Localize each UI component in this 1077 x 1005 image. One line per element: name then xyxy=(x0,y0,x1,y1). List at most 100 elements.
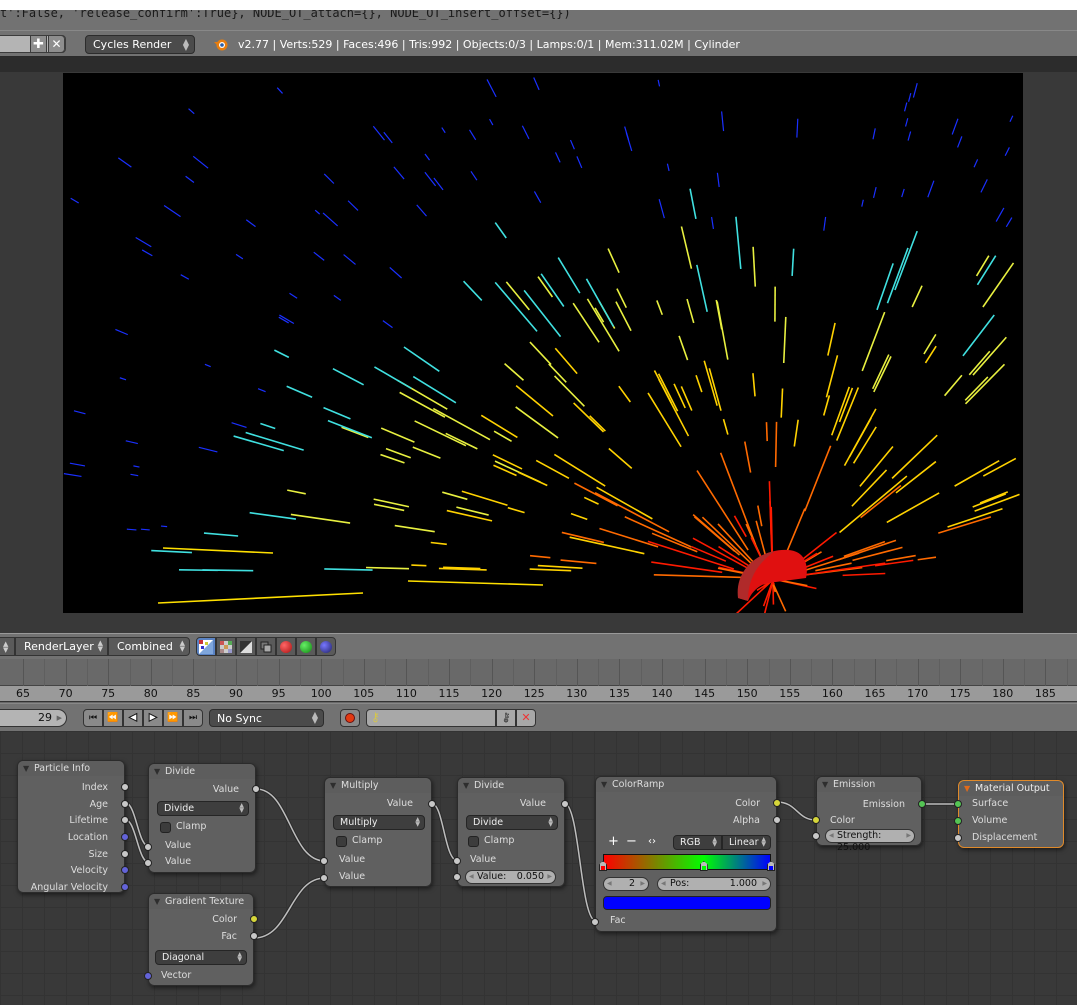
socket-color[interactable] xyxy=(812,816,820,824)
gradient-type-dropdown[interactable]: Diagonal ▲ ▼ xyxy=(155,950,247,965)
colorramp-node[interactable]: ▼ ColorRamp Color Alpha + − ‹› RGB ▲ ▼ Line… xyxy=(591,776,781,932)
node-header[interactable]: ▼ Divide xyxy=(149,764,255,779)
node-header[interactable]: ▼ Multiply xyxy=(325,778,431,793)
socket-velocity[interactable] xyxy=(121,866,129,874)
render-layer-dropdown[interactable]: RenderLayer ▲ ▼ xyxy=(15,637,108,656)
socket-input-value-1[interactable] xyxy=(144,843,152,851)
red-channel-button[interactable] xyxy=(276,637,296,656)
render-result-image[interactable] xyxy=(63,73,1023,647)
z-buffer-button[interactable] xyxy=(256,637,276,656)
remove-scene-button[interactable]: ✕ xyxy=(48,35,65,53)
timeline-view[interactable] xyxy=(0,659,1077,686)
jump-prev-keyframe-button[interactable]: ⏪ xyxy=(103,709,123,727)
divide-math-node[interactable]: ▼ Divide Value Divide ▲ ▼ Clamp Value Value xyxy=(144,763,260,873)
node-editor[interactable]: ▼ Particle Info Index Age Lifetime Locati… xyxy=(0,731,1077,1005)
slot-dropdown[interactable]: ▲ ▼ xyxy=(0,637,15,656)
socket-output-value[interactable] xyxy=(561,800,569,808)
blue-channel-button[interactable] xyxy=(316,637,336,656)
green-channel-button[interactable] xyxy=(296,637,316,656)
socket-alpha[interactable] xyxy=(773,816,781,824)
gradient-texture-node[interactable]: ▼ Gradient Texture Color Fac Diagonal ▲ ▼ V… xyxy=(144,893,258,986)
socket-fac[interactable] xyxy=(250,932,258,940)
clamp-checkbox[interactable] xyxy=(468,836,479,847)
play-button[interactable]: ▶ xyxy=(143,709,163,727)
play-reverse-button[interactable]: ◀ xyxy=(123,709,143,727)
node-header[interactable]: ▼ Gradient Texture xyxy=(149,894,253,909)
multiply-math-node[interactable]: ▼ Multiply Value Multiply ▲ ▼ Clamp Value V… xyxy=(320,777,436,887)
socket-lifetime[interactable] xyxy=(121,816,129,824)
socket-size[interactable] xyxy=(121,850,129,858)
material-output-node[interactable]: ▼ Material Output Surface Volume Displace… xyxy=(954,780,1064,848)
color-stop-marker[interactable] xyxy=(699,861,708,871)
node-header[interactable]: ▼ Emission xyxy=(817,777,921,792)
sync-mode-dropdown[interactable]: No Sync ▲ ▼ xyxy=(209,709,324,727)
strength-field[interactable]: ◀ Strength: 25.000 ▶ xyxy=(825,829,915,853)
clamp-checkbox[interactable] xyxy=(160,822,171,833)
color-button[interactable] xyxy=(216,637,236,656)
render-pass-dropdown[interactable]: Combined ▲ ▼ xyxy=(108,637,190,656)
stop-position-field[interactable]: ◀ Pos: 1.000 ▶ xyxy=(657,877,771,891)
node-header[interactable]: ▼ ColorRamp xyxy=(596,777,776,792)
collapse-triangle-icon[interactable]: ▼ xyxy=(23,761,29,776)
socket-input-value[interactable] xyxy=(453,857,461,865)
color-stop-marker[interactable] xyxy=(767,861,775,871)
delete-keyframe-button[interactable]: ✕ xyxy=(516,709,536,727)
socket-color[interactable] xyxy=(773,799,781,807)
flip-ramp-button[interactable]: ‹› xyxy=(648,836,656,847)
collapse-triangle-icon[interactable]: ▼ xyxy=(154,764,160,779)
particle-info-node[interactable]: ▼ Particle Info Index Age Lifetime Locati… xyxy=(17,760,129,893)
color-alpha-button[interactable] xyxy=(196,637,216,656)
active-stop-index-field[interactable]: ◀ 2 ▶ xyxy=(603,877,649,891)
operation-dropdown[interactable]: Multiply ▲ ▼ xyxy=(333,815,425,830)
node-header[interactable]: ▼ Material Output xyxy=(959,781,1063,796)
socket-index[interactable] xyxy=(121,783,129,791)
operation-dropdown[interactable]: Divide ▲ ▼ xyxy=(157,801,249,816)
collapse-triangle-icon[interactable]: ▼ xyxy=(330,778,336,793)
socket-input-value-2[interactable] xyxy=(453,873,461,881)
remove-stop-button[interactable]: − xyxy=(626,834,637,849)
alpha-button[interactable] xyxy=(236,637,256,656)
render-engine-dropdown[interactable]: Cycles Render ▲ ▼ xyxy=(85,35,195,54)
collapse-triangle-icon[interactable]: ▼ xyxy=(964,781,970,796)
add-scene-button[interactable]: ✚ xyxy=(30,35,47,53)
jump-start-button[interactable]: ⏮ xyxy=(83,709,103,727)
collapse-triangle-icon[interactable]: ▼ xyxy=(822,777,828,792)
auto-keying-button[interactable] xyxy=(340,709,360,727)
collapse-triangle-icon[interactable]: ▼ xyxy=(154,894,160,909)
timeline-ruler[interactable]: 65 70 75 80 85 90 95 100 105 110 115 120 125 130 135 14… xyxy=(0,686,1077,702)
socket-age[interactable] xyxy=(121,800,129,808)
socket-volume[interactable] xyxy=(954,817,962,825)
socket-fac[interactable] xyxy=(591,918,599,926)
socket-angular-velocity[interactable] xyxy=(121,883,129,891)
socket-displacement[interactable] xyxy=(954,834,962,842)
socket-input-value-1[interactable] xyxy=(320,857,328,865)
socket-strength[interactable] xyxy=(812,832,820,840)
node-header[interactable]: ▼ Divide xyxy=(458,778,564,793)
color-mode-dropdown[interactable]: RGB ▲ ▼ xyxy=(673,835,722,850)
socket-output-value[interactable] xyxy=(428,800,436,808)
collapse-triangle-icon[interactable]: ▼ xyxy=(463,778,469,793)
jump-next-keyframe-button[interactable]: ⏩ xyxy=(163,709,183,727)
insert-keyframe-button[interactable]: ⚷ xyxy=(496,709,516,727)
clamp-checkbox[interactable] xyxy=(336,836,347,847)
collapse-triangle-icon[interactable]: ▼ xyxy=(601,777,607,792)
divide-value-node[interactable]: ▼ Divide Value Divide ▲ ▼ Clamp Value ◀ Val… xyxy=(453,777,569,887)
socket-input-value-2[interactable] xyxy=(144,859,152,867)
emission-node[interactable]: ▼ Emission Emission Color ◀ Strength: 25.… xyxy=(812,776,926,853)
socket-location[interactable] xyxy=(121,833,129,841)
socket-emission[interactable] xyxy=(918,800,926,808)
add-stop-button[interactable]: + xyxy=(608,834,619,849)
keying-set-field[interactable]: ⚷ xyxy=(366,709,496,727)
socket-color[interactable] xyxy=(250,915,258,923)
interpolation-dropdown[interactable]: Linear ▲ ▼ xyxy=(722,835,771,850)
socket-output-value[interactable] xyxy=(252,785,260,793)
node-header[interactable]: ▼ Particle Info xyxy=(18,761,124,776)
socket-surface[interactable] xyxy=(954,800,962,808)
operation-dropdown[interactable]: Divide ▲ ▼ xyxy=(466,815,558,830)
jump-end-button[interactable]: ⏭ xyxy=(183,709,203,727)
socket-input-value-2[interactable] xyxy=(320,874,328,882)
current-frame-field[interactable]: 29 ▶ xyxy=(0,709,67,727)
value-number-field[interactable]: ◀ Value: 0.050 ▶ xyxy=(465,870,556,884)
color-stop-marker[interactable] xyxy=(599,861,607,871)
active-stop-color-swatch[interactable] xyxy=(603,896,771,910)
